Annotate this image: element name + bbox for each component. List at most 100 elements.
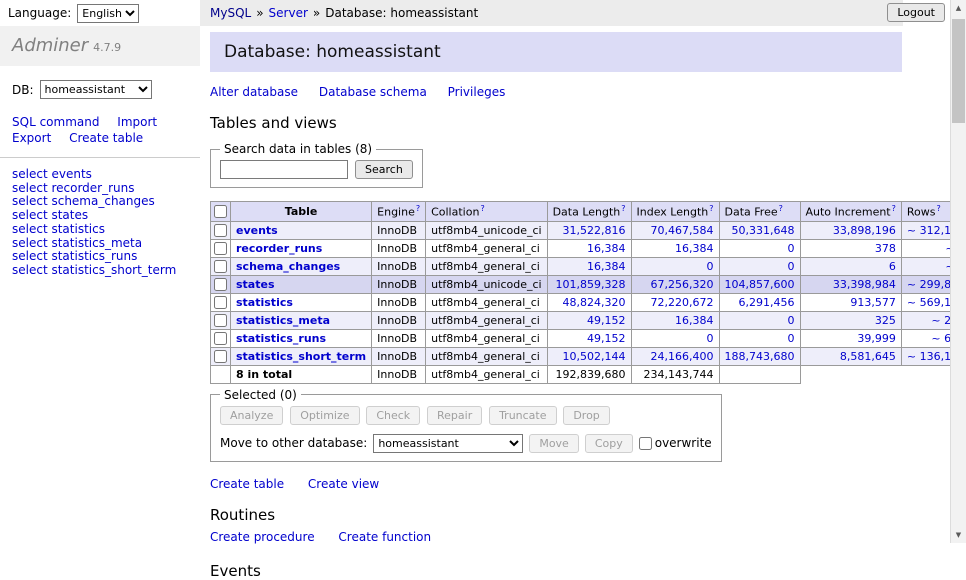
search-input[interactable] — [220, 160, 348, 179]
data-free-link[interactable]: 104,857,600 — [725, 278, 795, 291]
engine-cell: InnoDB — [372, 275, 426, 293]
collation-cell: utf8mb4_general_ci — [426, 347, 547, 365]
table-name-link[interactable]: statistics_meta — [236, 314, 330, 327]
create-view-link[interactable]: Create view — [308, 477, 379, 491]
table-name-link[interactable]: events — [236, 224, 278, 237]
scroll-down-icon[interactable]: ▼ — [951, 527, 966, 543]
sidebar-item-select-events[interactable]: select events — [12, 168, 188, 181]
copy-button[interactable]: Copy — [585, 434, 633, 453]
index-length-link[interactable]: 24,166,400 — [651, 350, 714, 363]
sidebar-item-select-statistics-meta[interactable]: select statistics_meta — [12, 237, 188, 250]
sidebar-item-select-schema-changes[interactable]: select schema_changes — [12, 195, 188, 208]
row-checkbox[interactable] — [214, 260, 227, 273]
table-name-link[interactable]: statistics_short_term — [236, 350, 366, 363]
help-icon[interactable]: ? — [709, 204, 713, 213]
index-length-link[interactable]: 0 — [707, 332, 714, 345]
auto-increment-link[interactable]: 325 — [875, 314, 896, 327]
data-length-link[interactable]: 49,152 — [587, 314, 626, 327]
table-name-link[interactable]: schema_changes — [236, 260, 340, 273]
row-checkbox[interactable] — [214, 332, 227, 345]
row-checkbox[interactable] — [214, 224, 227, 237]
index-length-link[interactable]: 0 — [707, 260, 714, 273]
check-button[interactable]: Check — [366, 406, 420, 425]
repair-button[interactable]: Repair — [427, 406, 482, 425]
language-select[interactable]: English — [77, 4, 139, 23]
scroll-up-icon[interactable]: ▲ — [951, 0, 966, 16]
auto-increment-link[interactable]: 33,898,196 — [833, 224, 896, 237]
select-all-checkbox[interactable] — [214, 205, 227, 218]
row-checkbox[interactable] — [214, 350, 227, 363]
create-procedure-link[interactable]: Create procedure — [210, 530, 315, 544]
logout-button[interactable]: Logout — [887, 3, 945, 22]
help-icon[interactable]: ? — [936, 204, 940, 213]
auto-increment-link[interactable]: 6 — [889, 260, 896, 273]
auto-increment-link[interactable]: 378 — [875, 242, 896, 255]
page-title: Database: homeassistant — [210, 32, 902, 72]
database-schema-link[interactable]: Database schema — [319, 85, 427, 99]
data-free-link[interactable]: 6,291,456 — [739, 296, 795, 309]
sidebar-item-select-statistics-runs[interactable]: select statistics_runs — [12, 250, 188, 263]
help-icon[interactable]: ? — [779, 204, 783, 213]
privileges-link[interactable]: Privileges — [448, 85, 506, 99]
data-length-link[interactable]: 16,384 — [587, 242, 626, 255]
move-button[interactable]: Move — [529, 434, 579, 453]
data-free-link[interactable]: 0 — [788, 260, 795, 273]
data-length-link[interactable]: 101,859,328 — [556, 278, 626, 291]
help-icon[interactable]: ? — [621, 204, 625, 213]
data-length-link[interactable]: 16,384 — [587, 260, 626, 273]
data-free-link[interactable]: 188,743,680 — [725, 350, 795, 363]
auto-increment-link[interactable]: 33,398,984 — [833, 278, 896, 291]
data-length-link[interactable]: 49,152 — [587, 332, 626, 345]
auto-increment-link[interactable]: 913,577 — [850, 296, 896, 309]
sidebar-item-select-statistics-short-term[interactable]: select statistics_short_term — [12, 264, 188, 277]
index-length-link[interactable]: 70,467,584 — [651, 224, 714, 237]
index-length-link[interactable]: 72,220,672 — [651, 296, 714, 309]
table-name-link[interactable]: recorder_runs — [236, 242, 322, 255]
scrollbar-thumb[interactable] — [952, 19, 965, 123]
auto-increment-link[interactable]: 39,999 — [857, 332, 896, 345]
index-length-link[interactable]: 16,384 — [675, 314, 714, 327]
data-free-link[interactable]: 50,331,648 — [732, 224, 795, 237]
data-free-link[interactable]: 0 — [788, 314, 795, 327]
sidebar-item-select-statistics[interactable]: select statistics — [12, 223, 188, 236]
sidebar-item-select-states[interactable]: select states — [12, 209, 188, 222]
alter-database-link[interactable]: Alter database — [210, 85, 298, 99]
help-icon[interactable]: ? — [480, 204, 484, 213]
table-name-link[interactable]: statistics_runs — [236, 332, 326, 345]
row-checkbox[interactable] — [214, 278, 227, 291]
overwrite-checkbox[interactable] — [639, 437, 652, 450]
search-button[interactable]: Search — [355, 160, 413, 179]
index-length-link[interactable]: 67,256,320 — [651, 278, 714, 291]
sidebar-item-select-recorder-runs[interactable]: select recorder_runs — [12, 182, 188, 195]
help-icon[interactable]: ? — [416, 204, 420, 213]
breadcrumb-server-link[interactable]: Server — [269, 6, 308, 20]
data-free-link[interactable]: 0 — [788, 332, 795, 345]
data-free-link[interactable]: 0 — [788, 242, 795, 255]
auto-increment-link[interactable]: 8,581,645 — [840, 350, 896, 363]
row-checkbox[interactable] — [214, 242, 227, 255]
move-db-select[interactable]: homeassistant — [373, 434, 523, 453]
data-length-link[interactable]: 10,502,144 — [563, 350, 626, 363]
drop-button[interactable]: Drop — [563, 406, 609, 425]
row-checkbox[interactable] — [214, 314, 227, 327]
analyze-button[interactable]: Analyze — [220, 406, 283, 425]
help-icon[interactable]: ? — [892, 204, 896, 213]
truncate-button[interactable]: Truncate — [489, 406, 556, 425]
sidebar-link-export[interactable]: Export — [12, 131, 51, 145]
index-length-link[interactable]: 16,384 — [675, 242, 714, 255]
db-select[interactable]: homeassistant — [40, 80, 152, 99]
breadcrumb-mysql-link[interactable]: MySQL — [210, 6, 251, 20]
table-name-link[interactable]: statistics — [236, 296, 293, 309]
vertical-scrollbar[interactable]: ▲ ▼ — [950, 0, 966, 543]
data-length-link[interactable]: 31,522,816 — [563, 224, 626, 237]
row-checkbox[interactable] — [214, 296, 227, 309]
sidebar-link-import[interactable]: Import — [117, 115, 157, 129]
selected-legend: Selected (0) — [220, 388, 301, 402]
sidebar-link-sql-command[interactable]: SQL command — [12, 115, 99, 129]
table-name-link[interactable]: states — [236, 278, 275, 291]
create-function-link[interactable]: Create function — [338, 530, 431, 544]
sidebar-link-create-table[interactable]: Create table — [69, 131, 143, 145]
create-table-link[interactable]: Create table — [210, 477, 284, 491]
data-length-link[interactable]: 48,824,320 — [563, 296, 626, 309]
optimize-button[interactable]: Optimize — [290, 406, 359, 425]
